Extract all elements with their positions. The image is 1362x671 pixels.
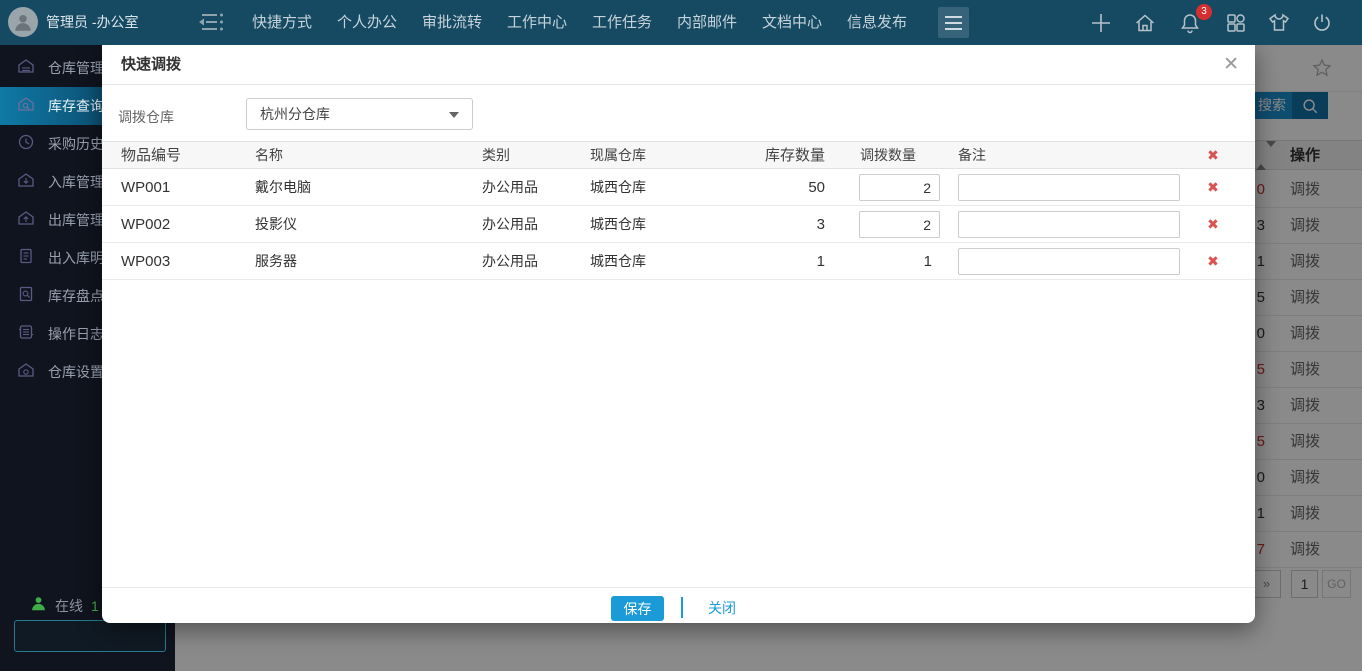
user-name[interactable]: 管理员 -办公室 [46,0,139,45]
menu-toggle-button[interactable] [938,7,969,38]
avatar[interactable] [8,7,38,37]
theme-shirt-icon[interactable] [1266,11,1290,35]
chevron-down-icon [449,112,459,118]
menu-item-info-publish[interactable]: 信息发布 [847,0,907,45]
close-button[interactable]: 关闭 [708,596,736,621]
modal-title: 快速调拨 [121,45,181,85]
menu-item-document-center[interactable]: 文档中心 [762,0,822,45]
col-header-transfer-qty: 调拨数量 [860,142,916,169]
transfer-row: WP003 服务器 办公用品 城西仓库 1 1 ✖ [102,243,1255,280]
menu-item-approval-flow[interactable]: 审批流转 [422,0,482,45]
transfer-warehouse-label: 调拨仓库 [118,107,174,127]
item-warehouse: 城西仓库 [590,206,646,243]
item-stock-qty: 50 [725,169,825,206]
item-category: 办公用品 [482,169,538,206]
sidebar-item-label: 入库管理 [48,172,104,192]
sidebar-item-label: 库存查询 [48,96,104,116]
col-header-name: 名称 [255,142,283,169]
close-icon[interactable]: ✕ [1223,53,1239,77]
online-user-icon [30,595,47,617]
note-input[interactable] [958,174,1180,201]
sidebar-item-label: 操作日志 [48,324,104,344]
sidebar-item-label: 仓库管理 [48,58,104,78]
item-name: 投影仪 [255,206,297,243]
item-stock-qty: 1 [725,243,825,280]
item-warehouse: 城西仓库 [590,243,646,280]
delete-all-icon[interactable]: ✖ [1198,142,1228,169]
delete-row-icon[interactable]: ✖ [1198,206,1228,243]
stocktake-icon [17,285,35,308]
sidebar-item-label: 采购历史 [48,134,104,154]
sidebar-item-label: 库存盘点 [48,286,104,306]
online-label: 在线 [55,596,83,616]
sidebar-search-box [14,620,166,652]
top-menu: 快捷方式 个人办公 审批流转 工作中心 工作任务 内部邮件 文档中心 信息发布 [252,0,932,45]
transfer-warehouse-select[interactable]: 杭州分仓库 [246,98,473,130]
app-root: 搜索 操作 0 调拨 3 调拨 1 调拨 5 调拨 0 调拨 5 [0,0,1362,671]
document-icon [17,247,35,270]
item-name: 戴尔电脑 [255,169,311,206]
col-header-item-code: 物品编号 [121,142,181,169]
modal-footer: 保存 关闭 [102,587,1255,623]
col-header-stock-qty: 库存数量 [725,142,825,169]
plus-icon[interactable] [1089,11,1113,35]
item-name: 服务器 [255,243,297,280]
hamburger-icon [945,16,962,18]
item-category: 办公用品 [482,243,538,280]
save-button[interactable]: 保存 [611,596,664,621]
online-count: 1 [91,598,99,614]
footer-divider [681,597,683,618]
transfer-row: WP001 戴尔电脑 办公用品 城西仓库 50 ✖ [102,169,1255,206]
inventory-search-icon [17,95,35,118]
menu-item-work-tasks[interactable]: 工作任务 [592,0,652,45]
transfer-qty-input[interactable] [859,211,940,238]
menu-item-internal-mail[interactable]: 内部邮件 [677,0,737,45]
menu-item-personal-office[interactable]: 个人办公 [337,0,397,45]
menu-item-shortcuts[interactable]: 快捷方式 [252,0,312,45]
delete-row-icon[interactable]: ✖ [1198,243,1228,280]
modal-table-header: 物品编号 名称 类别 现属仓库 库存数量 调拨数量 备注 ✖ [102,141,1255,169]
transfer-qty-input[interactable] [859,174,940,201]
item-warehouse: 城西仓库 [590,169,646,206]
sidebar-item-label: 仓库设置 [48,362,104,382]
home-icon[interactable] [1133,11,1157,35]
col-header-category: 类别 [482,142,510,169]
note-input[interactable] [958,248,1180,275]
transfer-row: WP002 投影仪 办公用品 城西仓库 3 ✖ [102,206,1255,243]
note-input[interactable] [958,211,1180,238]
log-icon [17,323,35,346]
menu-fold-icon[interactable] [196,11,228,38]
item-stock-qty: 3 [725,206,825,243]
sidebar-item-label: 出库管理 [48,210,104,230]
item-code: WP003 [121,243,170,280]
item-code: WP002 [121,206,170,243]
inbound-icon [17,171,35,194]
delete-row-icon[interactable]: ✖ [1198,169,1228,206]
top-navigation-bar: 管理员 -办公室 快捷方式 个人办公 审批流转 工作中心 工作任务 内部邮件 文… [0,0,1362,45]
modal-titlebar: 快速调拨 ✕ [102,45,1255,85]
item-category: 办公用品 [482,206,538,243]
power-icon[interactable] [1310,11,1334,35]
item-code: WP001 [121,169,170,206]
quick-transfer-modal: 快速调拨 ✕ 调拨仓库 杭州分仓库 物品编号 名称 类别 现属仓库 库存数量 调… [102,45,1255,623]
outbound-icon [17,209,35,232]
settings-icon [17,361,35,384]
apps-grid-icon[interactable] [1224,11,1248,35]
clock-icon [17,133,35,156]
transfer-qty-value: 1 [859,243,932,280]
notification-badge: 3 [1196,4,1212,20]
selected-warehouse: 杭州分仓库 [260,99,330,129]
menu-item-work-center[interactable]: 工作中心 [507,0,567,45]
warehouse-icon [17,57,35,80]
col-header-note: 备注 [958,142,986,169]
col-header-current-warehouse: 现属仓库 [590,142,646,169]
